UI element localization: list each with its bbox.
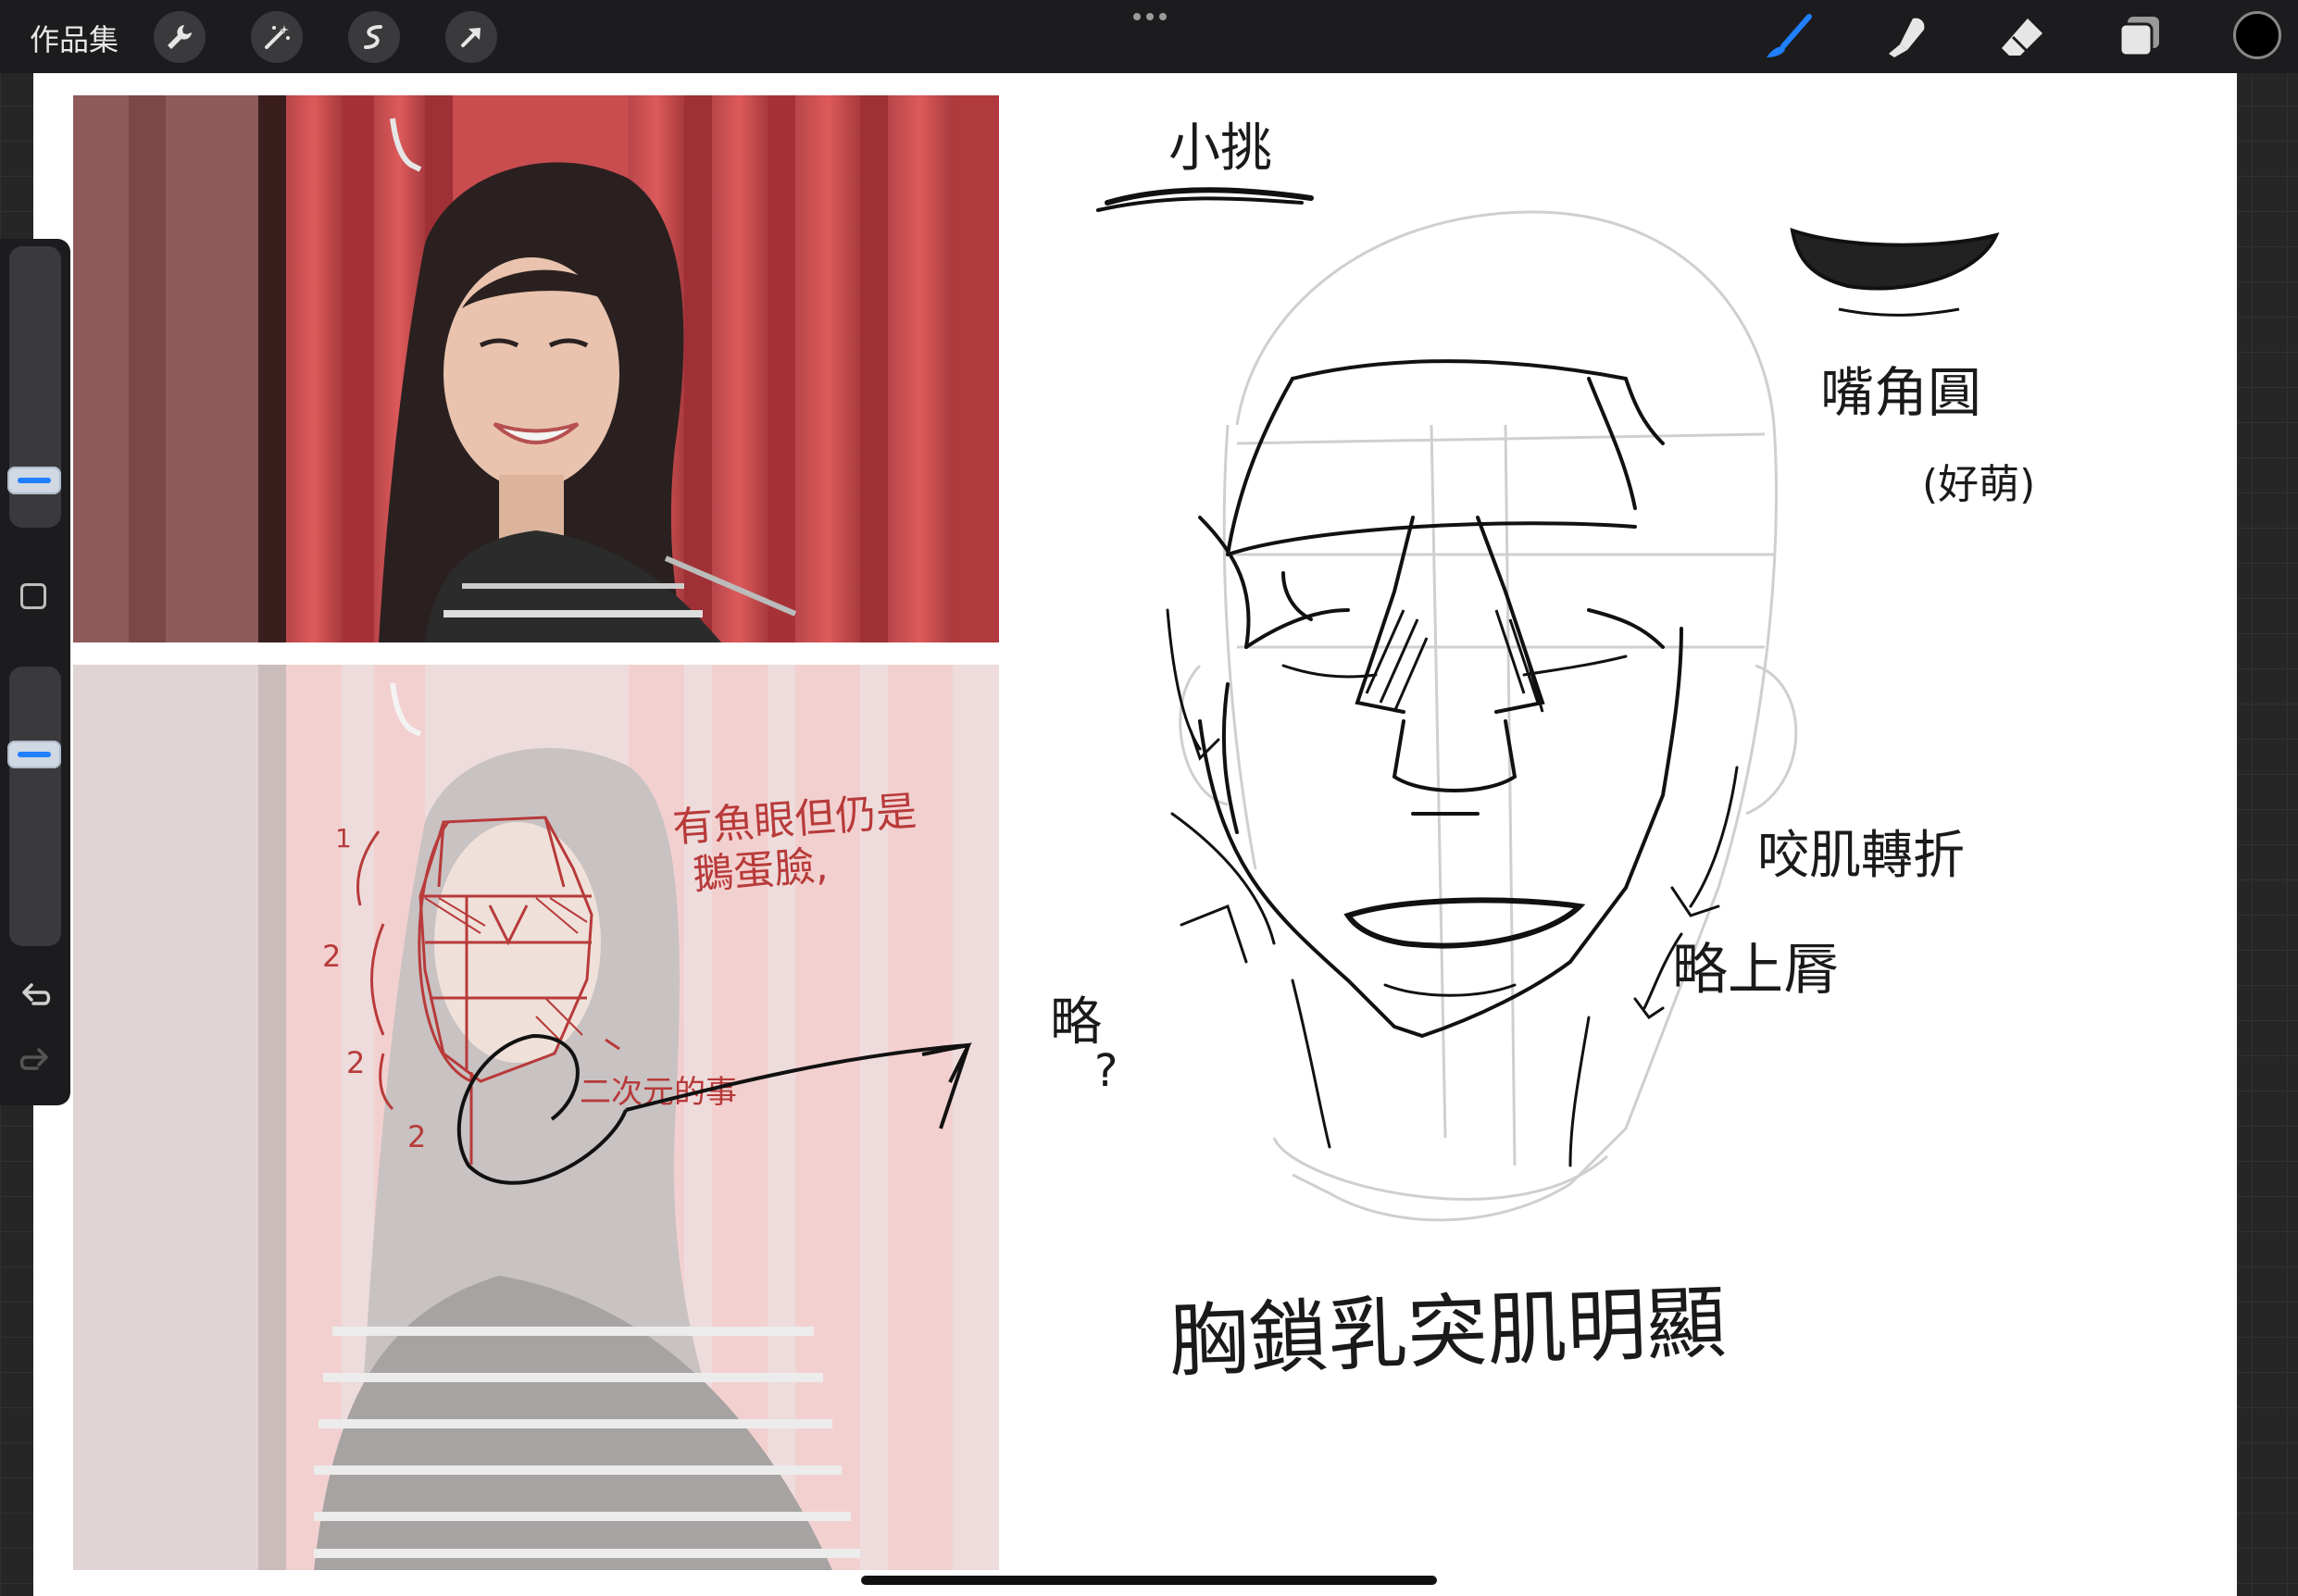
brush-size-thumb[interactable]	[7, 467, 61, 494]
wrench-icon	[168, 25, 192, 49]
magic-wand-icon	[265, 25, 290, 49]
undo-icon[interactable]	[17, 978, 54, 1015]
color-picker-button[interactable]	[2233, 11, 2281, 59]
transform-button[interactable]	[445, 11, 497, 63]
opacity-thumb[interactable]	[7, 741, 61, 768]
eraser-tool-button[interactable]	[1994, 11, 2050, 63]
note-upper-lip: 略上脣	[1672, 938, 1839, 1003]
more-options-icon[interactable]	[1131, 7, 1168, 30]
note-cute: (好萌)	[1922, 461, 2036, 508]
note-sternocleidomastoid: 胸鎖乳突肌明顯	[1167, 1276, 1728, 1389]
brush-icon	[1767, 14, 1812, 57]
gallery-button[interactable]: 作品集	[30, 17, 119, 59]
drawing-canvas[interactable]: 有魚眼但仍是 鵝蛋臉, 二次元的事 1 2 2 2 小挑 嘴角圓 (好萌) 咬肌…	[33, 73, 2237, 1596]
redo-icon[interactable]	[17, 1042, 54, 1079]
note-mouth-round: 嘴角圓	[1820, 361, 1982, 424]
actions-button[interactable]	[154, 11, 206, 63]
eraser-icon	[2002, 19, 2042, 56]
brush-size-slider[interactable]	[7, 246, 61, 528]
modify-square-icon[interactable]	[20, 583, 46, 609]
layers-button[interactable]	[2111, 11, 2167, 63]
left-sidebar	[0, 239, 70, 1105]
top-toolbar: 作品集	[0, 0, 2298, 73]
brush-tool-button[interactable]	[1761, 11, 1817, 63]
smudge-icon	[1889, 18, 1925, 57]
smudge-tool-button[interactable]	[1878, 11, 1933, 63]
note-masseter: 咬肌轉折	[1757, 826, 1965, 886]
note-question: ?	[1094, 1045, 1118, 1097]
adjustments-button[interactable]	[251, 11, 303, 63]
note-slightly: 略	[1050, 992, 1102, 1053]
transform-arrow-icon	[461, 28, 481, 47]
home-indicator[interactable]	[861, 1576, 1437, 1585]
layers-icon	[2118, 17, 2159, 57]
opacity-slider[interactable]	[7, 667, 61, 946]
selection-icon	[364, 25, 382, 49]
selection-button[interactable]	[348, 11, 400, 63]
note-xiaotiao: 小挑	[1168, 118, 1272, 179]
